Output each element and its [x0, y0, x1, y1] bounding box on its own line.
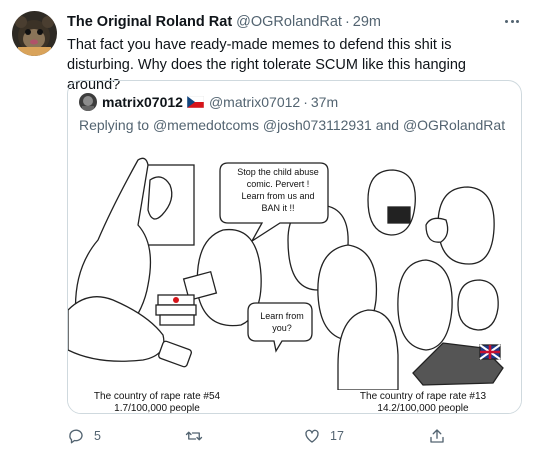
quoted-display-name[interactable]: matrix07012: [102, 94, 183, 110]
more-options-icon[interactable]: [500, 10, 524, 32]
blob-character: [457, 279, 499, 331]
tweet-timestamp[interactable]: 29m: [353, 14, 381, 30]
author-handle[interactable]: @OGRolandRat: [236, 14, 342, 30]
quoted-tweet[interactable]: matrix07012 @matrix07012 · 37m Replying …: [67, 80, 522, 414]
share-button[interactable]: [428, 425, 455, 447]
like-count: 17: [330, 429, 344, 443]
tweet-header: The Original Roland Rat @OGRolandRat · 2…: [67, 12, 381, 32]
quoted-avatar-image: [79, 93, 97, 111]
quoted-handle[interactable]: @matrix07012: [209, 94, 300, 110]
caption-line: The country of rape rate #13: [359, 391, 487, 402]
bubble-line: you?: [272, 323, 292, 333]
book: [159, 314, 195, 326]
retweet-button[interactable]: [185, 425, 212, 447]
separator-dot: ·: [303, 94, 308, 110]
comic-caption-right: The country of rape rate #13 14.2/100,00…: [348, 391, 498, 414]
mention-link[interactable]: @memedotcoms: [153, 117, 259, 133]
like-button[interactable]: 17: [303, 425, 344, 447]
caption-line: 14.2/100,000 people: [377, 403, 469, 414]
reply-count: 5: [94, 429, 101, 443]
blob-character: [367, 169, 416, 236]
quoted-tweet-header: matrix07012 @matrix07012 · 37m: [79, 92, 338, 112]
replying-prefix: Replying to: [79, 117, 150, 133]
book: [155, 304, 197, 316]
share-icon: [430, 429, 444, 443]
author-avatar[interactable]: [12, 11, 57, 56]
retweet-icon: [185, 431, 203, 441]
tweet-actions: 5 17: [67, 425, 522, 447]
caption-line: 1.7/100,000 people: [114, 403, 200, 414]
reply-icon: [69, 429, 83, 444]
blob-character: [425, 217, 449, 243]
bubble-line: Learn from us and: [241, 191, 314, 201]
author-display-name[interactable]: The Original Roland Rat: [67, 14, 232, 30]
bubble-line: comic. Pervert !: [247, 179, 310, 189]
mention-link[interactable]: @josh073112931: [263, 117, 372, 133]
heart-icon: [305, 429, 319, 443]
reply-button[interactable]: 5: [67, 425, 101, 447]
czech-flag-icon: [186, 96, 204, 108]
camera: [387, 206, 411, 224]
and-word: and: [375, 117, 400, 133]
bubble-line: Learn from: [260, 311, 304, 321]
separator-dot: ·: [344, 14, 350, 30]
bubble-line: Stop the child abuse: [237, 167, 319, 177]
mention-link[interactable]: @OGRolandRat: [403, 117, 505, 133]
quoted-author-avatar[interactable]: [79, 93, 97, 111]
caption-line: The country of rape rate #54: [93, 391, 221, 402]
comic-caption-left: The country of rape rate #54 1.7/100,000…: [82, 391, 232, 414]
quoted-timestamp[interactable]: 37m: [311, 94, 338, 110]
tweet[interactable]: The Original Roland Rat @OGRolandRat · 2…: [0, 0, 535, 457]
replying-to-line: Replying to @memedotcoms @josh073112931 …: [79, 117, 505, 133]
japan-flag-mark: [173, 297, 179, 303]
bubble-line: BAN it !!: [261, 203, 294, 213]
comic-drawing: Stop the child abuse comic. Pervert ! Le…: [68, 157, 504, 391]
rat-avatar-image: [12, 11, 57, 56]
blob-character: [68, 296, 165, 362]
comic-image[interactable]: Stop the child abuse comic. Pervert ! Le…: [68, 145, 521, 414]
blob-character: [397, 259, 453, 351]
game-console: [158, 340, 192, 368]
